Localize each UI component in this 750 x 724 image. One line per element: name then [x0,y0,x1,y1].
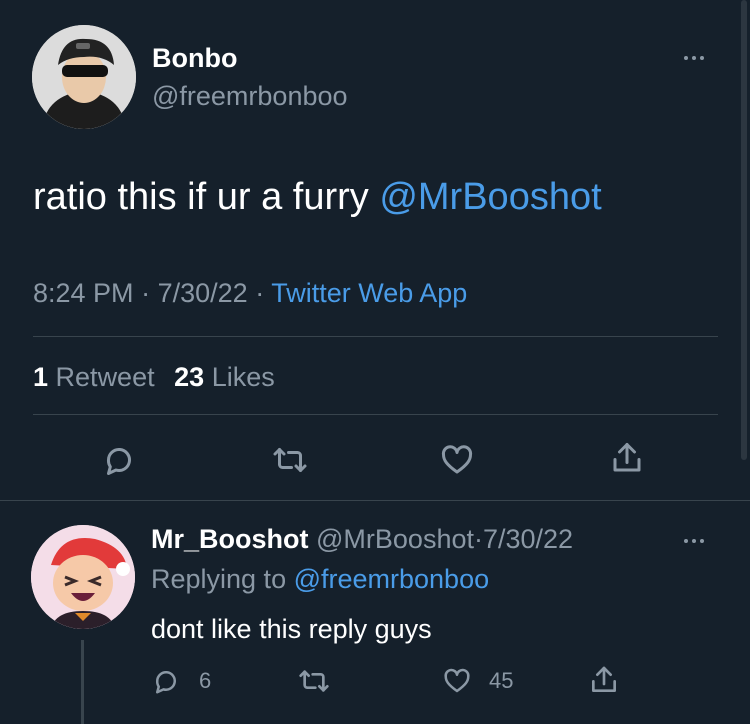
like-icon [441,445,473,474]
reply-icon [151,666,181,696]
reply-like-count: 45 [489,668,514,693]
author-handle[interactable]: @freemrbonboo [152,81,348,112]
tweet-text: ratio this if ur a furry @MrBooshot [33,176,602,219]
scrollbar[interactable] [741,0,747,460]
reply-author-avatar-image [31,525,135,629]
retweet-button[interactable] [268,440,312,480]
share-button[interactable] [607,438,647,478]
reply-share-button[interactable] [586,662,622,698]
reply-author-name[interactable]: Mr_Booshot [151,524,309,554]
author-avatar-image [32,25,136,129]
section-divider [0,500,750,501]
meta-separator: · [255,278,265,308]
reply-button[interactable] [99,440,139,480]
likes-label: Likes [211,362,275,392]
divider [33,414,718,415]
meta-separator: · [473,524,483,554]
reply-reply-count: 6 [199,668,212,693]
reply-date[interactable]: 7/30/22 [483,524,573,554]
retweet-count: 1 [33,362,49,392]
replying-to-link[interactable]: @freemrbonboo [294,564,490,594]
tweet-text-body: ratio this if ur a furry [33,176,380,218]
meta-separator: · [141,278,151,308]
replying-to: Replying to @freemrbonboo [151,564,489,595]
reply-icon [106,448,131,475]
tweet-time[interactable]: 8:24 PM [33,278,134,308]
reply-author-handle[interactable]: @MrBooshot [316,524,474,554]
reply-like-button[interactable]: 45 [441,664,513,698]
tweet-mention-link[interactable]: @MrBooshot [379,176,601,218]
reply-header: Mr_Booshot @MrBooshot·7/30/22 [151,524,573,555]
share-icon [613,443,641,472]
likes-stat[interactable]: 23 Likes [174,362,275,392]
reply-retweet-button[interactable] [294,664,334,698]
retweet-icon [299,670,329,692]
reply-text: dont like this reply guys [151,614,432,644]
like-button[interactable] [437,440,477,480]
divider [33,336,718,337]
more-icon[interactable] [684,56,704,60]
retweet-label: Retweet [55,362,155,392]
tweet-source-link[interactable]: Twitter Web App [271,278,467,308]
like-icon [441,666,473,696]
like-count: 23 [174,362,205,392]
reply-more-icon[interactable] [684,539,704,543]
tweet-stats: 1 Retweet 23 Likes [33,362,275,393]
share-icon [592,666,616,692]
reply-reply-button[interactable]: 6 [151,664,211,698]
tweet-meta: 8:24 PM · 7/30/22 · Twitter Web App [33,278,467,309]
author-name[interactable]: Bonbo [152,43,237,74]
retweet-stat[interactable]: 1 Retweet [33,362,155,392]
tweet-date[interactable]: 7/30/22 [158,278,248,308]
reply-author-avatar[interactable] [31,525,135,629]
replying-to-label: Replying to [151,564,294,594]
thread-connector [81,640,84,724]
author-avatar[interactable] [32,25,136,129]
retweet-icon [273,448,307,472]
